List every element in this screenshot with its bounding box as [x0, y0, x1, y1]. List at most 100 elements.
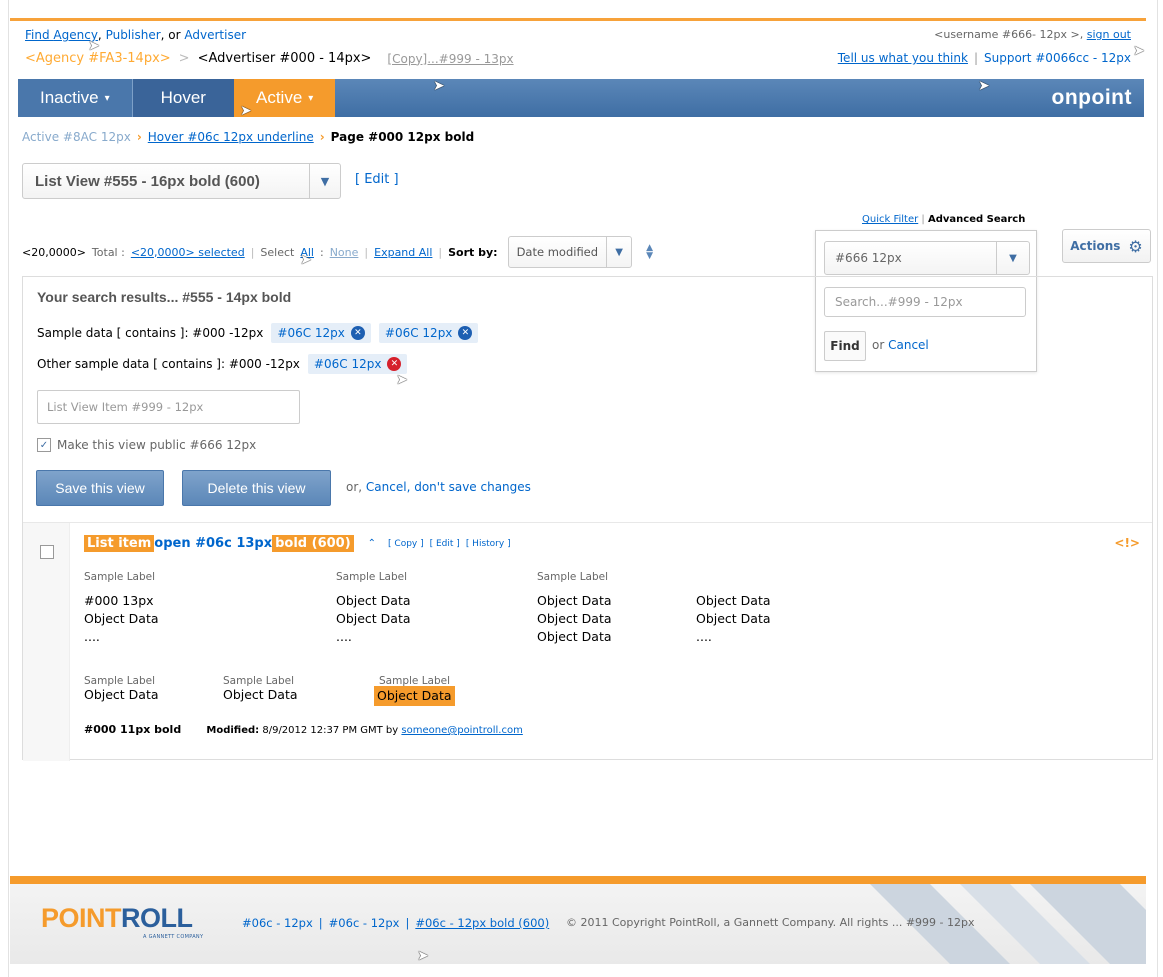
- selected-link[interactable]: <20,0000> selected: [131, 246, 245, 259]
- header-links: Tell us what you think | Support #0066cc…: [838, 51, 1131, 65]
- feedback-link[interactable]: Tell us what you think: [838, 51, 968, 65]
- list-item-checkbox[interactable]: [40, 545, 54, 559]
- chevron-down-icon: ▾: [104, 92, 110, 104]
- actions-button[interactable]: Actions ⚙: [1062, 229, 1151, 263]
- logo-point: POINT: [41, 903, 122, 933]
- list-view-select[interactable]: List View #555 - 16px bold (600) ▼: [22, 163, 341, 199]
- total-count: <20,0000>: [22, 245, 86, 259]
- filter-chip[interactable]: #06C 12px ✕: [307, 354, 408, 374]
- main-nav: Inactive ▾ Hover Active ▾ onpoint: [18, 79, 1144, 117]
- chevron-down-icon[interactable]: ▼: [606, 237, 631, 267]
- sort-by-label: Sort by:: [448, 245, 498, 259]
- field-value: Object Data: [336, 593, 411, 608]
- alert-icon[interactable]: <!>: [1114, 536, 1140, 550]
- footer: POINTROLL A GANNETT COMPANY #06c - 12px …: [10, 884, 1146, 964]
- logo-subtitle: A GANNETT COMPANY: [143, 934, 204, 940]
- sort-select[interactable]: Date modified ▼: [507, 236, 633, 268]
- list-item-meta: #000 11px bold Modified: 8/9/2012 12:37 …: [84, 723, 523, 736]
- support-link[interactable]: Support #0066cc - 12px: [984, 51, 1131, 65]
- onpoint-logo: onpoint: [1051, 86, 1132, 109]
- close-icon[interactable]: ✕: [387, 357, 402, 371]
- list-item-header: List item open #06c 13px bold (600) ⌃ [ …: [84, 535, 511, 552]
- filter-label: Other sample data [ contains ]: #000 -12…: [37, 357, 300, 371]
- field-value: Object Data: [537, 611, 612, 626]
- field-values: #000 13px Object Data ....: [84, 592, 159, 646]
- sort-order-icon[interactable]: ▲ ▼: [646, 244, 653, 261]
- field-label: Sample Label: [84, 571, 156, 583]
- find-or: , or: [160, 28, 185, 42]
- field-value: #000 13px: [84, 593, 154, 608]
- footer-link-2[interactable]: #06c - 12px: [329, 916, 400, 930]
- search-field-select[interactable]: #666 12px ▼: [824, 241, 1030, 275]
- field-label: Sample Label: [336, 571, 408, 583]
- list-item: List item open #06c 13px bold (600) ⌃ [ …: [23, 522, 1152, 761]
- expand-all-link[interactable]: Expand All: [374, 246, 432, 259]
- total-label: Total :: [91, 245, 125, 259]
- filter-row-1: Sample data [ contains ]: #000 -12px #06…: [37, 323, 479, 343]
- sign-out-link[interactable]: sign out: [1087, 28, 1131, 41]
- make-public-row: ✓ Make this view public #666 12px: [37, 438, 256, 452]
- results-toolbar: <20,0000> Total : <20,0000> selected | S…: [22, 236, 653, 268]
- find-publisher-link[interactable]: Publisher: [106, 28, 161, 42]
- tab-label: Inactive: [40, 88, 99, 107]
- footer-link-3[interactable]: #06c - 12px bold (600): [415, 916, 549, 930]
- tab-hover[interactable]: Hover: [132, 79, 234, 117]
- meta-bold: #000 11px bold: [84, 723, 182, 736]
- list-item-copy-link[interactable]: [ Copy ]: [388, 539, 424, 549]
- field-value: Object Data: [84, 611, 159, 626]
- quick-filter-link[interactable]: Quick Filter: [862, 214, 918, 225]
- filter-row-2: Other sample data [ contains ]: #000 -12…: [37, 354, 408, 374]
- footer-link-1[interactable]: #06c - 12px: [242, 916, 313, 930]
- list-item-edit-link[interactable]: [ Edit ]: [430, 539, 460, 549]
- find-advertiser-link[interactable]: Advertiser: [184, 28, 246, 42]
- field-value: ....: [84, 629, 100, 644]
- filter-chip[interactable]: #06C 12px ✕: [378, 323, 479, 343]
- field-value: Object Data: [336, 611, 411, 626]
- list-view-edit-link[interactable]: [ Edit ]: [355, 172, 399, 187]
- toolbar-separator: |: [364, 245, 369, 259]
- cursor-icon: ➤: [300, 252, 312, 268]
- modified-by-link[interactable]: someone@pointroll.com: [401, 725, 522, 736]
- user-info: <username #666- 12px >, sign out: [934, 28, 1131, 41]
- tab-inactive[interactable]: Inactive ▾: [18, 79, 133, 117]
- select-none-link[interactable]: None: [330, 246, 359, 259]
- list-item-open-link[interactable]: open #06c 13px: [154, 536, 272, 551]
- field-value: Object Data: [696, 593, 771, 608]
- pointroll-logo: POINTROLL: [41, 903, 193, 934]
- breadcrumb-hover[interactable]: Hover #06c 12px underline: [148, 130, 314, 144]
- logo-roll: ROLL: [121, 903, 193, 933]
- cancel-changes: or, Cancel, don't save changes: [346, 480, 531, 494]
- chevron-down-icon[interactable]: ▼: [309, 164, 340, 198]
- toolbar-separator: |: [250, 245, 255, 259]
- actions-label: Actions: [1070, 239, 1121, 253]
- chevron-up-icon[interactable]: ⌃: [368, 538, 376, 549]
- field-value-highlight: Object Data: [374, 686, 455, 706]
- field-value: Object Data: [537, 593, 612, 608]
- field-value: Object Data: [84, 687, 159, 702]
- chevron-down-icon: ▾: [308, 92, 314, 104]
- modified-label: Modified:: [206, 725, 260, 736]
- highlight-term: bold (600): [272, 535, 354, 552]
- breadcrumb-page: Page #000 12px bold: [330, 130, 475, 144]
- find-entity-links: Find Agency, Publisher, or Advertiser: [25, 28, 246, 42]
- select-label: Select: [260, 245, 295, 259]
- footer-accent-bar: [10, 876, 1146, 884]
- username-label: <username #666- 12px >,: [934, 28, 1087, 41]
- cursor-icon: ➤: [396, 372, 408, 388]
- cancel-changes-link[interactable]: Cancel, don't save changes: [366, 480, 531, 494]
- list-view-item-input[interactable]: List View Item #999 - 12px: [37, 390, 300, 424]
- chip-label: #06C 12px: [313, 357, 382, 371]
- close-icon[interactable]: ✕: [350, 326, 365, 340]
- modified-value: 8/9/2012 12:37 PM GMT by: [262, 725, 399, 736]
- chevron-right-icon: ›: [319, 130, 325, 144]
- list-item-history-link[interactable]: [ History ]: [466, 539, 511, 549]
- filter-chip[interactable]: #06C 12px ✕: [271, 323, 371, 343]
- copy-link[interactable]: [Copy]...#999 - 13px: [387, 52, 513, 66]
- close-icon[interactable]: ✕: [458, 326, 473, 340]
- delete-view-button[interactable]: Delete this view: [182, 470, 331, 506]
- save-view-button[interactable]: Save this view: [36, 470, 164, 506]
- top-accent-bar: [10, 18, 1146, 21]
- make-public-checkbox[interactable]: ✓: [37, 438, 51, 452]
- breadcrumb-active[interactable]: Active #8AC 12px: [22, 130, 131, 144]
- chevron-down-icon[interactable]: ▼: [996, 242, 1029, 274]
